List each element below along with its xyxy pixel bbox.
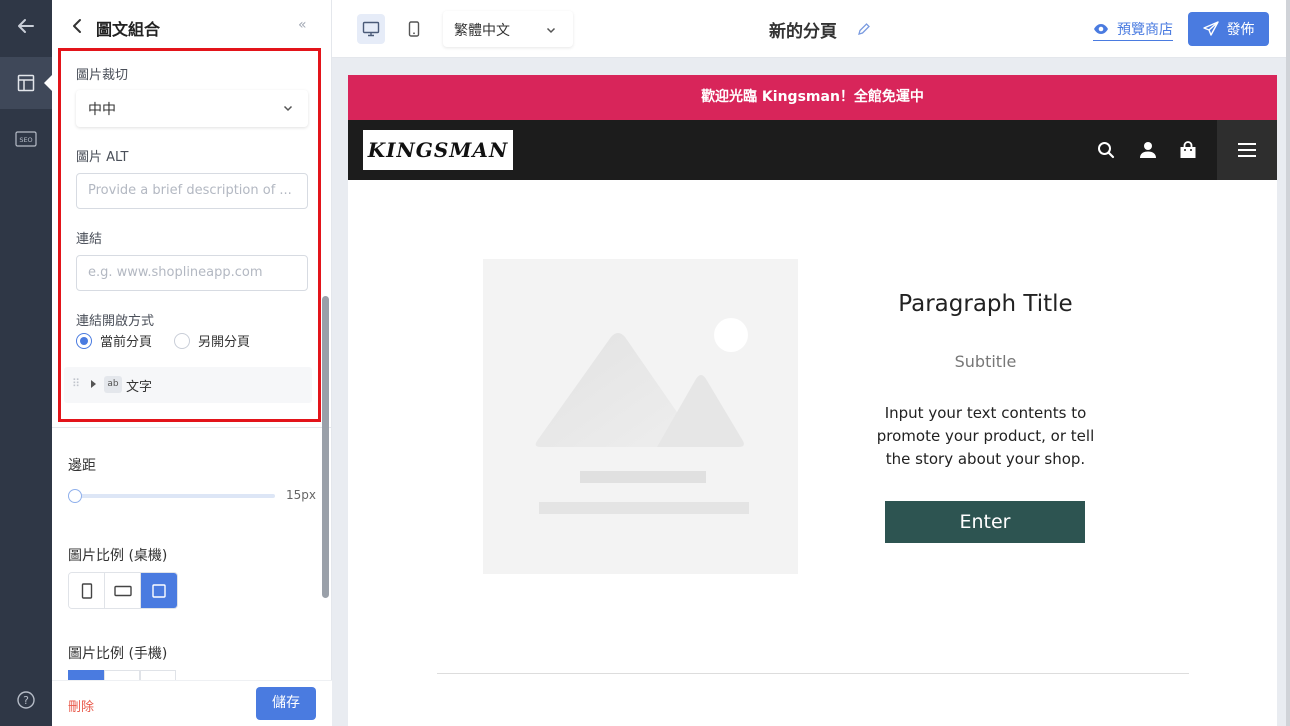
save-button[interactable]: 儲存 [256, 687, 316, 720]
link-open-options: 當前分頁 另開分頁 [76, 331, 250, 350]
eye-icon [1094, 24, 1108, 34]
pencil-icon[interactable] [857, 21, 871, 40]
paragraph-subtitle[interactable]: Subtitle [848, 352, 1123, 371]
text-block-item[interactable]: ⠿ ab 文字 [64, 367, 312, 403]
shopping-bag-icon[interactable] [1177, 139, 1199, 161]
publish-button[interactable]: 發佈 [1188, 12, 1269, 46]
mountain-image-icon [535, 318, 749, 514]
collapse-panel-icon[interactable]: « [298, 17, 307, 33]
chevron-down-icon [545, 24, 557, 40]
radio-current-tab[interactable] [76, 332, 92, 349]
image-placeholder[interactable] [483, 259, 798, 574]
editor-window: SEO ? 圖文組合 « 圖片裁切 中中 圖片 ALT Provide a br… [0, 0, 1290, 726]
ratio-desktop-label: 圖片比例 (桌機) [68, 548, 168, 564]
delete-button[interactable]: 刪除 [68, 696, 94, 715]
link-label: 連結 [76, 232, 103, 247]
chevron-left-icon[interactable] [70, 16, 84, 40]
language-select[interactable]: 繁體中文 [443, 11, 573, 47]
link-input[interactable]: e.g. www.shoplineapp.com [76, 255, 308, 291]
radio-new-tab[interactable] [174, 332, 191, 349]
radio-new-tab-label: 另開分頁 [198, 335, 251, 350]
panel-title: 圖文組合 [96, 20, 161, 39]
svg-text:SEO: SEO [19, 136, 32, 144]
preview-store-link[interactable]: 預覽商店 [1093, 19, 1173, 41]
store-navbar: KINGSMAN [348, 120, 1277, 180]
padding-label: 邊距 [68, 458, 96, 474]
desktop-view-button[interactable] [357, 14, 385, 44]
seo-icon[interactable]: SEO [0, 113, 52, 165]
padding-slider-track[interactable] [70, 494, 275, 498]
mobile-view-button[interactable] [400, 14, 428, 44]
chevron-down-icon [282, 102, 294, 118]
drag-handle-icon[interactable]: ⠿ [72, 377, 80, 390]
window-edge [1286, 0, 1290, 726]
link-open-label: 連結開啟方式 [76, 314, 155, 329]
enter-button[interactable]: Enter [885, 501, 1085, 543]
padding-value: 15px [286, 488, 316, 502]
preview-canvas: 歡迎光臨 Kingsman！全館免運中 KINGSMAN Paragraph T… [348, 75, 1277, 726]
section-divider [52, 427, 332, 428]
publish-label: 發佈 [1226, 22, 1255, 38]
crop-label: 圖片裁切 [76, 68, 129, 83]
text-type-icon: ab [104, 376, 122, 393]
panel-header: 圖文組合 « [52, 0, 331, 54]
preview-store-label: 預覽商店 [1117, 22, 1173, 38]
ratio-square-button[interactable] [141, 573, 177, 608]
ratio-desktop-group [68, 572, 178, 609]
menu-hamburger-icon[interactable] [1217, 120, 1277, 180]
user-icon[interactable] [1137, 139, 1159, 161]
store-logo[interactable]: KINGSMAN [363, 130, 513, 170]
text-block-label: 文字 [126, 380, 153, 395]
panel-scrollbar[interactable] [322, 296, 329, 598]
svg-text:?: ? [23, 694, 29, 707]
paragraph-title[interactable]: Paragraph Title [848, 291, 1123, 317]
crop-value: 中中 [88, 102, 116, 118]
page-title: 新的分頁 [769, 22, 837, 42]
language-value: 繁體中文 [454, 23, 510, 39]
alt-input[interactable]: Provide a brief description of ... [76, 173, 308, 209]
ratio-landscape-button[interactable] [105, 573, 141, 608]
search-icon[interactable] [1095, 139, 1117, 161]
paragraph-body[interactable]: Input your text contents to promote your… [868, 402, 1103, 471]
help-icon[interactable]: ? [0, 674, 52, 726]
send-icon [1202, 21, 1219, 36]
section-divider-line [437, 673, 1189, 674]
ratio-mobile-label: 圖片比例 (手機) [68, 646, 168, 662]
ratio-portrait-button[interactable] [69, 573, 105, 608]
alt-label: 圖片 ALT [76, 150, 129, 165]
left-rail: SEO ? [0, 0, 53, 726]
radio-current-tab-label: 當前分頁 [100, 335, 153, 350]
expand-caret-icon[interactable] [91, 380, 96, 388]
crop-select[interactable]: 中中 [76, 90, 308, 127]
back-arrow-icon[interactable] [0, 0, 52, 52]
announcement-bar[interactable]: 歡迎光臨 Kingsman！全館免運中 [348, 75, 1277, 120]
padding-slider-handle[interactable] [68, 489, 82, 503]
